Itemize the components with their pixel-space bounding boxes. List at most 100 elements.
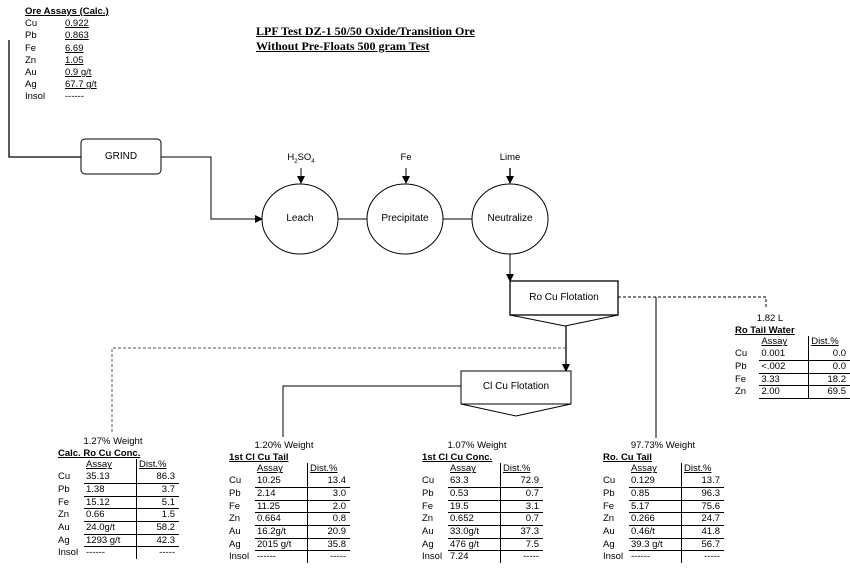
h2so4-so: SO	[297, 152, 312, 163]
grind-label: GRIND	[104, 151, 138, 162]
element: Zn	[58, 509, 70, 521]
assay: ------	[629, 550, 682, 564]
product-weight: 1.82 L	[756, 313, 784, 324]
element: Fe	[58, 496, 70, 508]
dist: 13.4	[307, 475, 350, 488]
ore-assays: Ore Assays (Calc.) Cu 0.922 Pb 0.863 Fe 6.6…	[25, 6, 109, 104]
element: Ag	[422, 538, 434, 550]
element: Au	[58, 521, 70, 533]
col-dist: Dist.%	[310, 463, 338, 475]
element: Insol	[603, 551, 624, 563]
assay: 2.14	[255, 487, 308, 501]
dist: 1.5	[136, 508, 179, 522]
assay: 1293 g/t	[84, 534, 137, 548]
table-header-row: Assay Dist.%	[735, 336, 850, 349]
element: Pb	[735, 360, 747, 372]
ore-value: 1.05	[65, 54, 84, 66]
table-header-row: Assay Dist.%	[603, 463, 724, 476]
table-row: Zn 0.652 0.7	[422, 512, 543, 526]
dist: 0.7	[500, 512, 543, 526]
assay: 10.25	[255, 475, 308, 488]
element: Cu	[422, 475, 435, 487]
title-line-2: Without Pre-Floats 500 gram Test	[256, 39, 430, 53]
ore-element: Ag	[25, 79, 37, 91]
dist: 5.1	[136, 496, 179, 510]
dist: 0.0	[808, 348, 850, 361]
element: Zn	[229, 513, 241, 525]
element: Au	[229, 525, 241, 537]
element: Fe	[229, 500, 241, 512]
table-row: Pb 2.14 3.0	[229, 487, 350, 501]
dist: 35.8	[307, 538, 350, 552]
cl-cu-flotation-froth	[460, 403, 572, 417]
table-row: Ag 2015 g/t 35.8	[229, 538, 350, 552]
dist: 24.7	[681, 512, 724, 526]
element: Cu	[603, 475, 616, 487]
table-header-row: Assay Dist.%	[58, 459, 179, 472]
table-header-row: Assay Dist.%	[229, 463, 350, 476]
assay: 19.5	[448, 500, 501, 514]
lime-reagent: Lime	[499, 152, 521, 163]
dist: 96.3	[681, 487, 724, 501]
ore-value: ------	[65, 91, 84, 103]
ore-value: 67.7 g/t	[65, 79, 97, 91]
ore-element: Zn	[25, 54, 37, 66]
element: Insol	[422, 551, 443, 563]
dist: 3.7	[136, 483, 179, 497]
table-row: Ag 1293 g/t 42.3	[58, 534, 179, 548]
element: Insol	[58, 547, 79, 559]
element: Zn	[735, 386, 747, 398]
ore-value: 0.863	[65, 30, 89, 42]
table-row: Fe 19.5 3.1	[422, 500, 543, 514]
element: Pb	[603, 487, 615, 499]
assay: 2015 g/t	[255, 538, 308, 552]
cl-cu-flotation-label: Cl Cu Flotation	[482, 381, 550, 392]
assay: 1.38	[84, 483, 137, 497]
col-assay: Assay	[255, 463, 308, 476]
product-name: 1st Cl Cu Conc.	[422, 451, 493, 463]
table-row: Cu 10.25 13.4	[229, 475, 350, 488]
assay: 24.0g/t	[84, 521, 137, 535]
dist: 2.0	[307, 500, 350, 514]
element: Au	[422, 525, 434, 537]
dist: 3.1	[500, 500, 543, 514]
assay: 0.652	[448, 512, 501, 526]
table-row: Zn 0.664 0.8	[229, 512, 350, 526]
element: Zn	[603, 513, 615, 525]
dist: 69.5	[808, 385, 850, 399]
dist: -----	[523, 551, 539, 563]
dist: 3.0	[307, 487, 350, 501]
ore-element: Cu	[25, 18, 38, 30]
table-row: Zn 0.66 1.5	[58, 508, 179, 522]
element: Pb	[58, 483, 70, 495]
dist: -----	[704, 551, 720, 563]
ore-row: Fe 6.69	[25, 43, 109, 55]
ore-row: Ag 67.7 g/t	[25, 79, 109, 91]
col-assay: Assay	[448, 463, 501, 476]
ro-cu-tail-table: 97.73% Weight Ro. Cu Tail Assay Dist.% Cu…	[603, 440, 724, 564]
table-row: Insol ------ -----	[603, 550, 724, 564]
product-weight: 1.20% Weight	[254, 440, 314, 451]
element: Ag	[58, 534, 70, 546]
dist: 42.3	[136, 534, 179, 548]
assay-table: Assay Dist.% Cu 0.001 0.0 Pb <.002 0.0 Fe 3.33…	[735, 336, 850, 399]
h2so4-reagent: H2SO4	[276, 152, 326, 165]
element: Insol	[229, 551, 250, 563]
assay: 35.13	[84, 471, 137, 484]
assay: 33.0g/t	[448, 525, 501, 539]
element: Au	[603, 525, 615, 537]
product-weight: 1.07% Weight	[447, 440, 507, 451]
assay: <.002	[759, 360, 810, 374]
assay-table: Assay Dist.% Cu 35.13 86.3 Pb 1.38 3.7 Fe 15.1…	[58, 459, 179, 560]
table-row: Zn 2.00 69.5	[735, 385, 850, 399]
diagram-title: LPF Test DZ-1 50/50 Oxide/Transition Ore…	[256, 24, 475, 54]
precipitate-label: Precipitate	[381, 213, 429, 224]
assay: ------	[255, 550, 308, 564]
table-row: Insol ------ -----	[229, 550, 350, 564]
assay: 0.46/t	[629, 525, 682, 539]
dist: 58.2	[136, 521, 179, 535]
product-name: 1st Cl Cu Tail	[229, 451, 289, 463]
ore-row: Insol ------	[25, 91, 109, 103]
product-weight: 97.73% Weight	[630, 440, 696, 451]
assay: 15.12	[84, 496, 137, 510]
